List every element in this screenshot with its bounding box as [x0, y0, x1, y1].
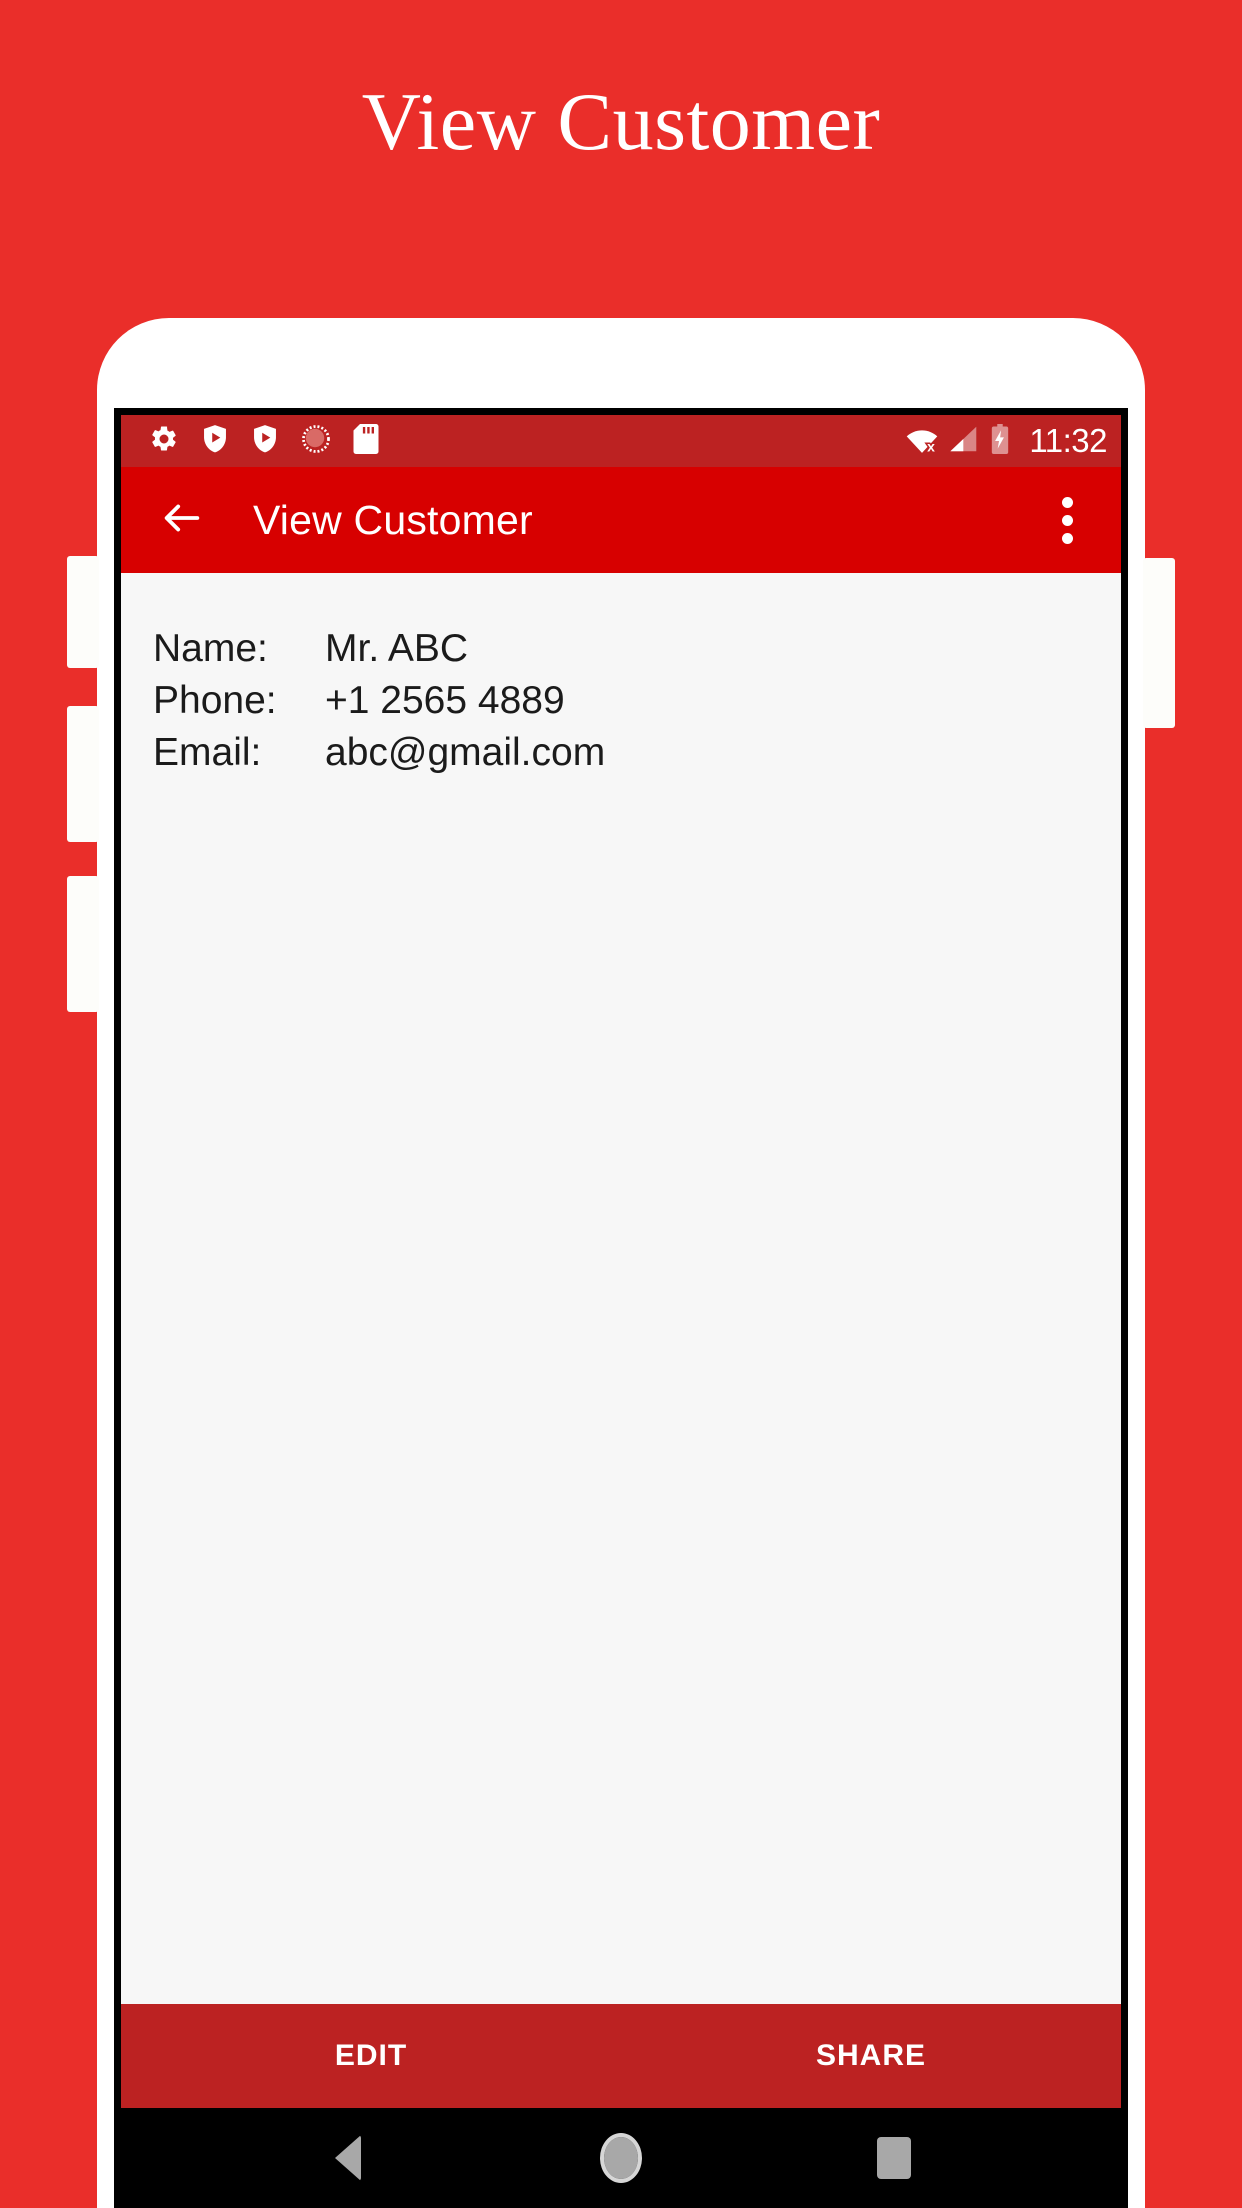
page-title: View Customer — [361, 76, 881, 167]
svg-text:x: x — [927, 438, 935, 452]
volume-up-button[interactable] — [67, 556, 99, 668]
android-nav-bar — [121, 2108, 1121, 2208]
app-bar: View Customer — [121, 467, 1121, 573]
arrow-back-icon — [159, 495, 205, 546]
bottom-action-bar: EDIT SHARE — [121, 2004, 1121, 2108]
cellular-signal-icon — [949, 425, 979, 458]
nav-home-icon — [599, 2133, 642, 2183]
nav-recents-button[interactable] — [858, 2122, 930, 2194]
detail-row-phone: Phone: +1 2565 4889 — [153, 679, 1121, 731]
screen-content: x 11:32 View Customer Name: Mr. ABC Phon… — [121, 415, 1121, 2208]
name-value: Mr. ABC — [325, 627, 469, 670]
wifi-off-icon: x — [905, 425, 939, 458]
app-bar-title: View Customer — [253, 496, 533, 543]
status-bar-clock: 11:32 — [1029, 422, 1107, 459]
settings-gear-icon — [149, 424, 179, 459]
sync-circle-icon — [301, 424, 331, 459]
nav-home-button[interactable] — [585, 2122, 657, 2194]
nav-back-button[interactable] — [312, 2122, 384, 2194]
edit-button[interactable]: EDIT — [121, 2004, 621, 2108]
back-button[interactable] — [151, 489, 213, 551]
nav-recents-icon — [877, 2137, 912, 2179]
extra-side-button[interactable] — [67, 876, 99, 1012]
nav-back-icon — [334, 2135, 361, 2181]
overflow-menu-button[interactable] — [1039, 489, 1095, 551]
phone-mockup: x 11:32 View Customer Name: Mr. ABC Phon… — [67, 318, 1175, 2208]
battery-charging-icon — [989, 423, 1011, 459]
status-bar-left-icons — [149, 423, 905, 459]
share-button[interactable]: SHARE — [621, 2004, 1121, 2108]
shield-play-icon — [201, 424, 229, 459]
customer-details-panel: Name: Mr. ABC Phone: +1 2565 4889 Email:… — [121, 573, 1121, 2004]
email-label: Email: — [153, 731, 262, 774]
more-vert-icon-dot-3 — [1061, 532, 1073, 544]
name-label: Name: — [153, 627, 268, 670]
volume-down-button[interactable] — [67, 706, 99, 842]
sd-card-icon — [353, 423, 379, 459]
phone-value: +1 2565 4889 — [325, 679, 565, 722]
more-vert-icon-dot-1 — [1061, 496, 1073, 508]
email-value: abc@gmail.com — [325, 731, 606, 774]
detail-row-name: Name: Mr. ABC — [153, 627, 1121, 679]
status-bar-right-icons: x 11:32 — [905, 422, 1107, 460]
device-screen: x 11:32 View Customer Name: Mr. ABC Phon… — [114, 408, 1128, 2208]
detail-row-email: Email: abc@gmail.com — [153, 731, 1121, 783]
phone-label: Phone: — [153, 679, 277, 722]
status-bar: x 11:32 — [121, 415, 1121, 467]
power-button[interactable] — [1143, 558, 1175, 728]
shield-play-icon-2 — [251, 424, 279, 459]
more-vert-icon-dot-2 — [1061, 514, 1073, 526]
